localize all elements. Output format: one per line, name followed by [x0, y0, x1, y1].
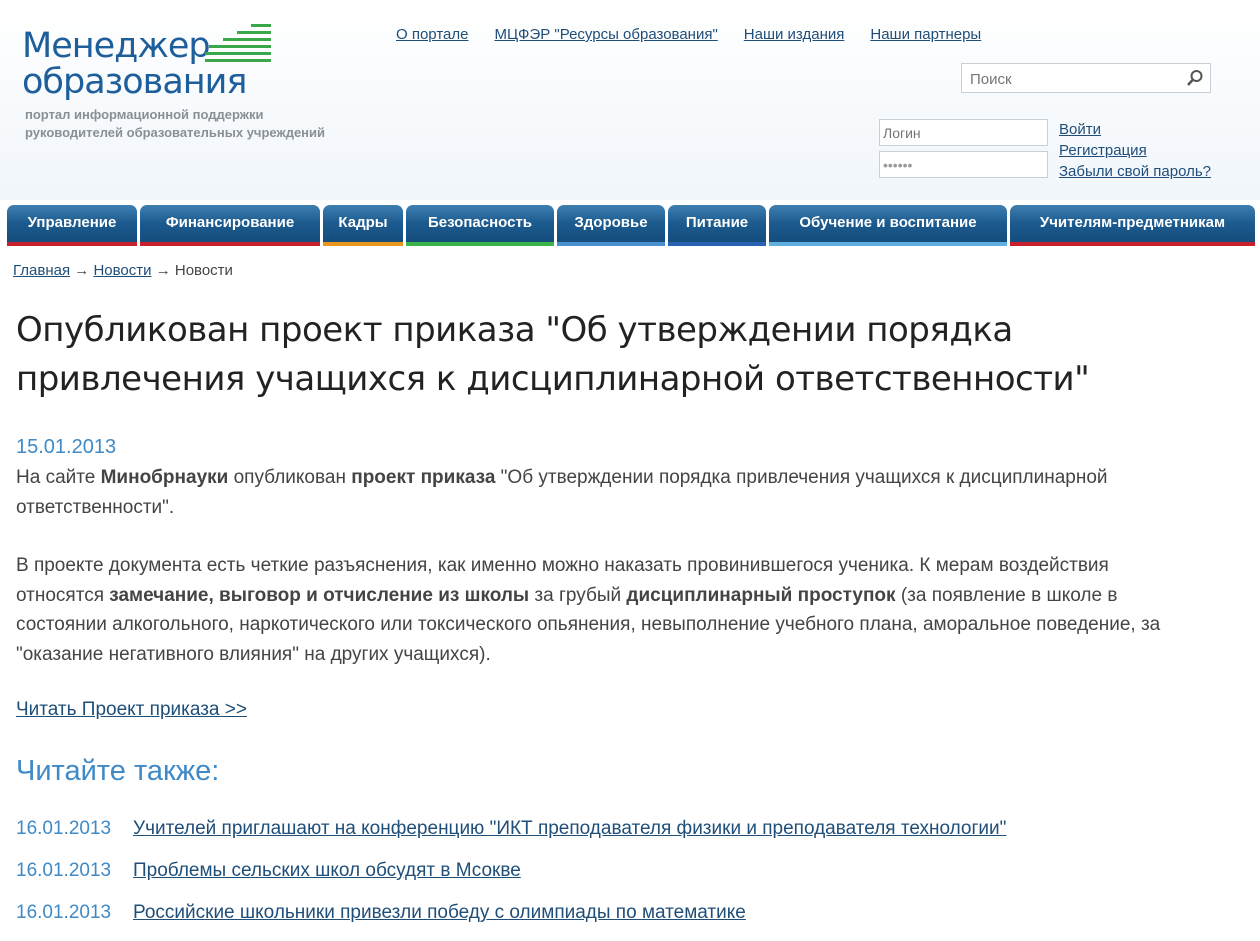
bold-segment: замечание, выговор и отчисление из школы [109, 584, 530, 606]
article-title: Опубликован проект приказа "Об утвержден… [16, 310, 1090, 399]
article-paragraph-1: На сайте Минобрнауки опубликован проект … [16, 463, 1166, 522]
list-item: 16.01.2013 Российские школьники привезли … [16, 899, 1216, 941]
login-field[interactable] [879, 119, 1048, 146]
read-order-link[interactable]: Читать Проект приказа >> [16, 699, 247, 721]
menu-item-safety[interactable]: Безопасность [406, 205, 554, 246]
breadcrumb-news-link[interactable]: Новости [93, 262, 151, 279]
menu-label: Обучение и воспитание [799, 214, 977, 231]
topnav-mcfer-link[interactable]: МЦФЭР "Ресурсы образования" [494, 26, 717, 43]
text-segment: за грубый [529, 584, 627, 606]
related-news-link[interactable]: Учителей приглашают на конференцию "ИКТ … [133, 818, 1006, 839]
menu-item-education[interactable]: Обучение и воспитание [769, 205, 1007, 246]
text-segment: На сайте [16, 467, 101, 488]
topnav-partners-link[interactable]: Наши партнеры [870, 26, 981, 43]
breadcrumb-home-link[interactable]: Главная [13, 262, 70, 279]
related-date: 16.01.2013 [16, 860, 112, 881]
menu-label: Здоровье [574, 214, 648, 231]
related-news-link[interactable]: Российские школьники привезли победу с о… [133, 902, 746, 923]
list-item: 16.01.2013 Учителей приглашают на конфере… [16, 815, 1216, 857]
menu-label: Финансирование [165, 214, 295, 231]
auth-links: Войти Регистрация Забыли свой пароль? [1059, 119, 1211, 182]
related-date: 16.01.2013 [16, 818, 112, 839]
article-body: На сайте Минобрнауки опубликован проект … [16, 463, 1166, 698]
topnav-publications-link[interactable]: Наши издания [744, 26, 845, 43]
breadcrumb-separator: → [155, 262, 171, 279]
menu-label: Учителям-предметникам [1039, 214, 1226, 231]
related-news-link[interactable]: Проблемы сельских школ обсудят в Мсокве [133, 860, 521, 881]
breadcrumb-separator: → [74, 262, 90, 279]
breadcrumb: Главная → Новости → Новости [13, 262, 233, 279]
logo-stripes-icon [205, 24, 271, 70]
topnav-about-link[interactable]: О портале [396, 26, 468, 43]
site-logo[interactable]: Менеджер образования [22, 24, 271, 100]
login-link[interactable]: Войти [1059, 119, 1211, 140]
password-field[interactable] [879, 151, 1048, 178]
related-news-list: 16.01.2013 Учителей приглашают на конфере… [16, 815, 1216, 941]
menu-item-staff[interactable]: Кадры [323, 205, 403, 246]
search-box [961, 63, 1211, 93]
search-icon[interactable] [1186, 69, 1204, 87]
menu-label: Питание [685, 214, 749, 231]
page-header: Менеджер образования портал информационн… [0, 0, 1260, 200]
menu-item-health[interactable]: Здоровье [557, 205, 665, 246]
menu-item-nutrition[interactable]: Питание [668, 205, 766, 246]
forgot-password-link[interactable]: Забыли свой пароль? [1059, 161, 1211, 182]
bold-segment: Минобрнауки [100, 467, 229, 488]
article-date: 15.01.2013 [16, 436, 117, 458]
article-paragraph-2: В проекте документа есть четкие разъясне… [16, 551, 1166, 669]
menu-label: Кадры [338, 214, 388, 231]
breadcrumb-current: Новости [174, 262, 233, 279]
text-segment: опубликован [228, 467, 352, 488]
menu-item-finance[interactable]: Финансирование [140, 205, 320, 246]
list-item: 16.01.2013 Проблемы сельских школ обсудят… [16, 857, 1216, 899]
site-tagline: портал информационной поддержки руководи… [25, 106, 325, 142]
menu-item-teachers[interactable]: Учителям-предметникам [1010, 205, 1255, 246]
tagline-line-1: портал информационной поддержки [25, 107, 264, 122]
menu-label: Безопасность [427, 214, 533, 231]
tagline-line-2: руководителей образовательных учреждений [25, 125, 326, 140]
register-link[interactable]: Регистрация [1059, 140, 1211, 161]
related-date: 16.01.2013 [16, 902, 112, 923]
menu-label: Управление [27, 214, 117, 231]
menu-item-management[interactable]: Управление [7, 205, 137, 246]
search-input[interactable] [968, 65, 1182, 93]
read-also-heading: Читайте также: [16, 755, 220, 787]
bold-segment: дисциплинарный проступок [626, 584, 896, 606]
bold-segment: проект приказа [351, 467, 496, 488]
top-navigation: О портале МЦФЭР "Ресурсы образования" Наши… [396, 26, 1007, 43]
